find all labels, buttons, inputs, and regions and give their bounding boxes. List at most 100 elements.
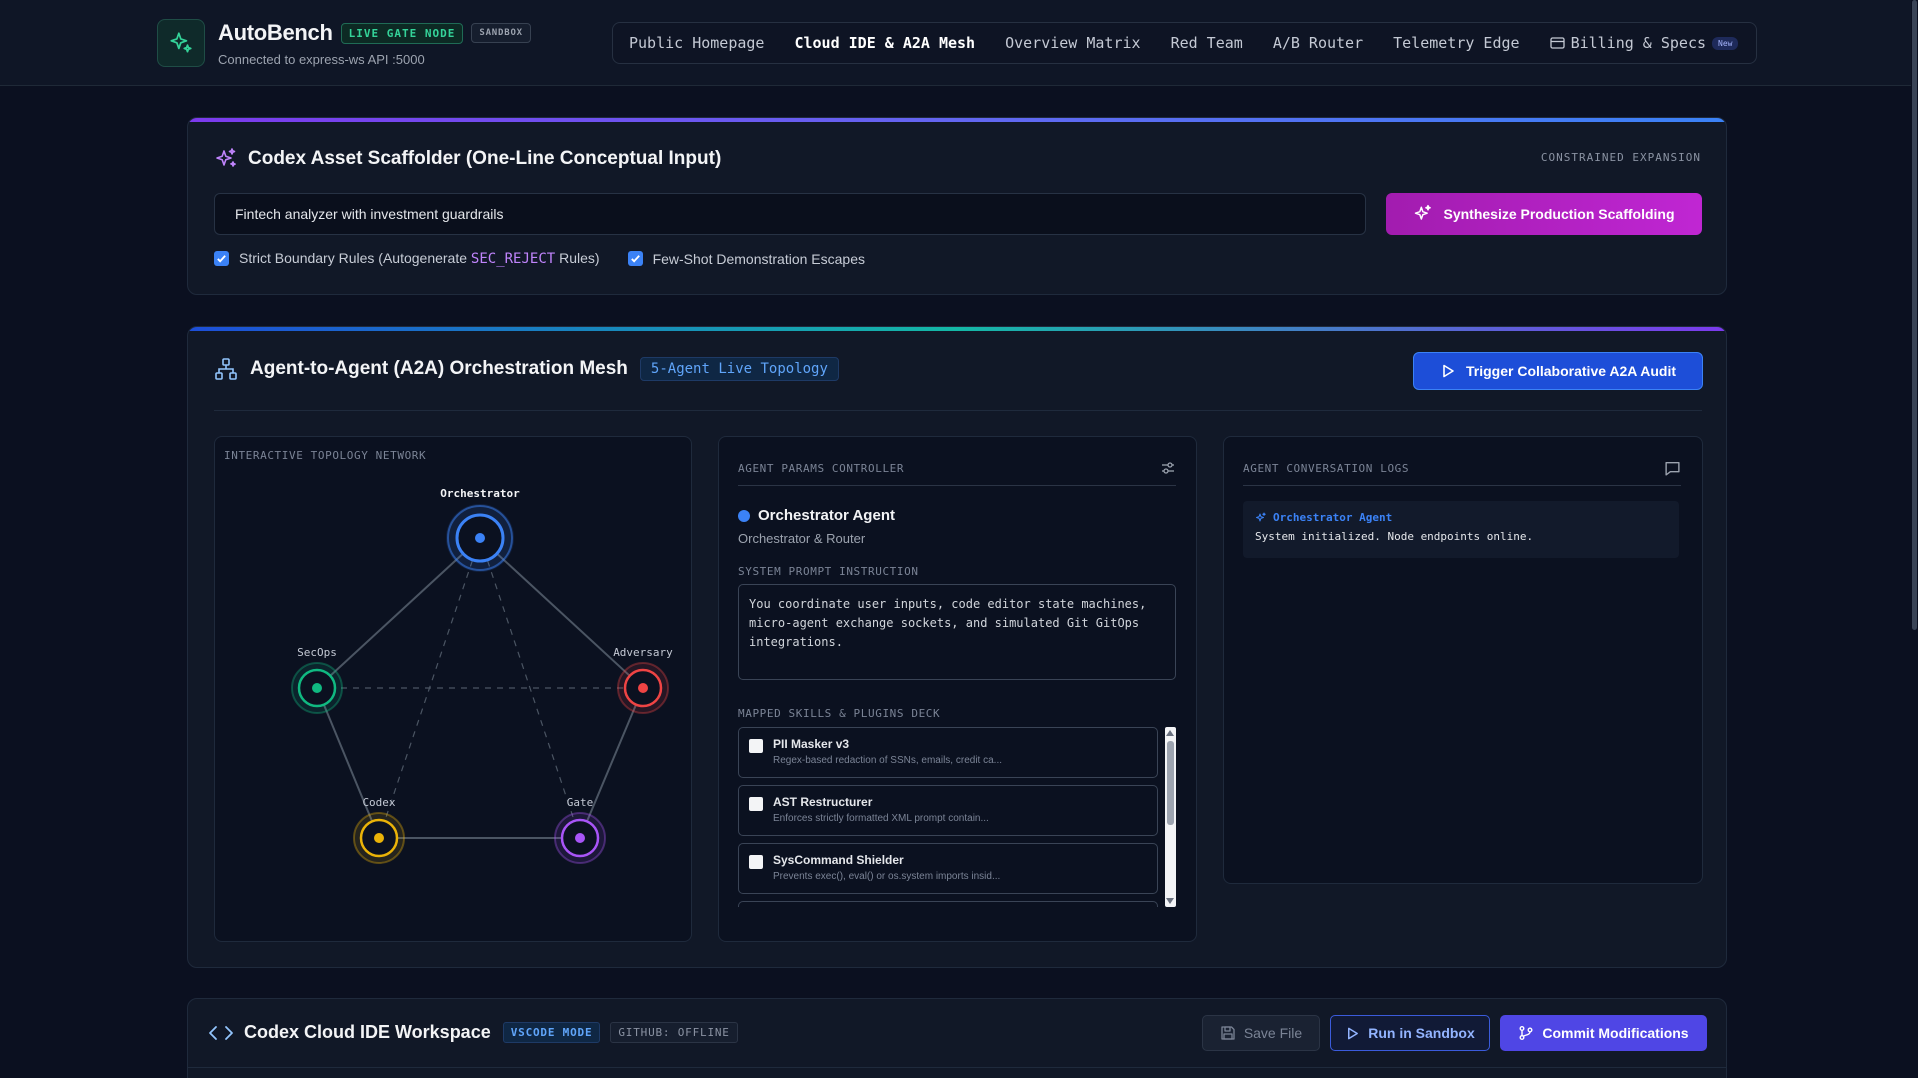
nav-ab-router[interactable]: A/B Router bbox=[1273, 34, 1363, 52]
credit-card-icon bbox=[1549, 37, 1565, 49]
log-text: System initialized. Node endpoints onlin… bbox=[1255, 530, 1534, 543]
topology-graph: Orchestrator SecOps Adversary Codex Gate bbox=[291, 487, 673, 864]
agent-status-dot bbox=[738, 509, 750, 522]
scroll-up-arrow[interactable] bbox=[1166, 730, 1174, 736]
ide-title: Codex Cloud IDE Workspace bbox=[244, 1022, 491, 1042]
logo[interactable] bbox=[157, 19, 205, 67]
strict-boundary-prefix: Strict Boundary Rules (Autogenerate bbox=[239, 250, 471, 266]
skill-item-partial[interactable] bbox=[738, 901, 1158, 907]
skill-item[interactable]: SysCommand Shielder Prevents exec(), eva… bbox=[738, 843, 1158, 894]
sparkles-icon bbox=[1415, 204, 1432, 220]
skill-checkbox[interactable] bbox=[749, 855, 763, 869]
system-prompt-textarea[interactable]: You coordinate user inputs, code editor … bbox=[738, 584, 1176, 680]
scaffolder-panel: Codex Asset Scaffolder (One-Line Concept… bbox=[187, 117, 1727, 295]
run-sandbox-button[interactable]: Run in Sandbox bbox=[1330, 1015, 1490, 1051]
brand: AutoBench LIVE GATE NODE SANDBOX bbox=[218, 20, 531, 46]
system-prompt-label: SYSTEM PROMPT INSTRUCTION bbox=[738, 565, 919, 578]
scaffolder-options: Strict Boundary Rules (Autogenerate SEC_… bbox=[214, 250, 865, 267]
nav-telemetry-edge[interactable]: Telemetry Edge bbox=[1393, 34, 1519, 52]
divider bbox=[188, 1067, 1726, 1068]
strict-boundary-checkbox[interactable]: Strict Boundary Rules (Autogenerate SEC_… bbox=[214, 250, 600, 267]
brand-name: AutoBench bbox=[218, 20, 333, 45]
trigger-audit-label: Trigger Collaborative A2A Audit bbox=[1465, 363, 1677, 379]
node-adversary[interactable] bbox=[617, 662, 669, 714]
node-label-secops: SecOps bbox=[297, 646, 337, 659]
trigger-audit-button[interactable]: Trigger Collaborative A2A Audit bbox=[1413, 352, 1703, 390]
main-nav: Public Homepage Cloud IDE & A2A Mesh Ove… bbox=[612, 22, 1757, 64]
nav-public-homepage[interactable]: Public Homepage bbox=[629, 34, 764, 52]
nav-billing-specs[interactable]: Billing & Specs New bbox=[1549, 34, 1739, 52]
top-bar: AutoBench LIVE GATE NODE SANDBOX Connect… bbox=[0, 0, 1918, 86]
scaffolder-title: Codex Asset Scaffolder (One-Line Concept… bbox=[214, 147, 721, 171]
check-icon bbox=[630, 255, 640, 263]
new-pill: New bbox=[1712, 36, 1739, 50]
node-label-gate: Gate bbox=[567, 796, 594, 809]
skills-scrollbar[interactable] bbox=[1165, 727, 1176, 907]
a2a-mesh-panel: Agent-to-Agent (A2A) Orchestration Mesh … bbox=[187, 326, 1727, 968]
mesh-header: Agent-to-Agent (A2A) Orchestration Mesh … bbox=[214, 357, 839, 381]
node-label-orchestrator: Orchestrator bbox=[440, 487, 520, 500]
vscode-mode-badge: VSCODE MODE bbox=[502, 1022, 601, 1043]
nav-red-team[interactable]: Red Team bbox=[1171, 34, 1243, 52]
skill-item[interactable]: AST Restructurer Enforces strictly forma… bbox=[738, 785, 1158, 836]
play-icon bbox=[1443, 364, 1454, 378]
save-file-button[interactable]: Save File bbox=[1202, 1015, 1320, 1051]
skills-list: PII Masker v3 Regex-based redaction of S… bbox=[738, 727, 1158, 907]
node-secops[interactable] bbox=[291, 662, 343, 714]
connection-status: Connected to express-ws API :5000 bbox=[218, 52, 425, 67]
skill-item[interactable]: PII Masker v3 Regex-based redaction of S… bbox=[738, 727, 1158, 778]
few-shot-label: Few-Shot Demonstration Escapes bbox=[652, 250, 865, 267]
node-label-adversary: Adversary bbox=[613, 646, 673, 659]
skill-desc: Enforces strictly formatted XML prompt c… bbox=[773, 813, 989, 824]
skills-label: MAPPED SKILLS & PLUGINS DECK bbox=[738, 707, 941, 720]
log-entry: Orchestrator Agent System initialized. N… bbox=[1243, 501, 1679, 558]
topology-badge: 5-Agent Live Topology bbox=[639, 357, 839, 381]
log-from: Orchestrator Agent bbox=[1255, 511, 1667, 524]
synthesize-label: Synthesize Production Scaffolding bbox=[1443, 206, 1675, 222]
divider bbox=[214, 410, 1702, 411]
commit-button[interactable]: Commit Modifications bbox=[1500, 1015, 1707, 1051]
network-icon bbox=[215, 358, 237, 380]
sliders-icon[interactable] bbox=[1160, 460, 1176, 476]
skill-checkbox[interactable] bbox=[749, 739, 763, 753]
live-gate-badge: LIVE GATE NODE bbox=[340, 22, 464, 44]
github-status-badge: GITHUB: OFFLINE bbox=[610, 1022, 738, 1043]
nav-cloud-ide[interactable]: Cloud IDE & A2A Mesh bbox=[794, 34, 975, 52]
nav-overview-matrix[interactable]: Overview Matrix bbox=[1005, 34, 1140, 52]
skill-name: SysCommand Shielder bbox=[773, 853, 904, 867]
synthesize-button[interactable]: Synthesize Production Scaffolding bbox=[1386, 193, 1702, 235]
sparkles-icon bbox=[216, 148, 236, 167]
constrained-expansion-tag: CONSTRAINED EXPANSION bbox=[1540, 151, 1701, 164]
conversation-logs: AGENT CONVERSATION LOGS Orchestrator Age… bbox=[1223, 436, 1703, 884]
node-gate[interactable] bbox=[554, 812, 606, 864]
concept-input[interactable]: Fintech analyzer with investment guardra… bbox=[214, 193, 1366, 235]
skill-checkbox[interactable] bbox=[749, 797, 763, 811]
few-shot-checkbox[interactable]: Few-Shot Demonstration Escapes bbox=[627, 250, 865, 267]
checkbox-checked[interactable] bbox=[627, 251, 643, 266]
check-icon bbox=[217, 255, 226, 263]
git-branch-icon bbox=[1519, 1026, 1533, 1040]
message-square-icon[interactable] bbox=[1664, 460, 1681, 477]
skill-desc: Prevents exec(), eval() or os.system imp… bbox=[773, 871, 1001, 882]
run-sandbox-label: Run in Sandbox bbox=[1368, 1025, 1475, 1041]
checkbox-checked[interactable] bbox=[214, 251, 229, 266]
ide-header: Codex Cloud IDE Workspace VSCODE MODE GI… bbox=[208, 1022, 738, 1043]
node-codex[interactable] bbox=[353, 812, 405, 864]
skill-name: PII Masker v3 bbox=[773, 737, 850, 751]
scroll-down-arrow[interactable] bbox=[1166, 898, 1174, 904]
node-label-codex: Codex bbox=[362, 796, 395, 809]
sandbox-badge: SANDBOX bbox=[471, 23, 531, 43]
page-scrollbar[interactable] bbox=[1911, 0, 1918, 1078]
logs-label: AGENT CONVERSATION LOGS bbox=[1243, 461, 1410, 475]
log-from-name: Orchestrator Agent bbox=[1273, 511, 1393, 524]
skill-name: AST Restructurer bbox=[773, 795, 873, 809]
node-orchestrator[interactable] bbox=[446, 504, 514, 572]
agent-role: Orchestrator & Router bbox=[738, 531, 866, 546]
panel-accent-line bbox=[188, 118, 1726, 122]
params-label: AGENT PARAMS CONTROLLER bbox=[738, 461, 905, 475]
sparkles-icon bbox=[1256, 512, 1266, 521]
mesh-title: Agent-to-Agent (A2A) Orchestration Mesh bbox=[250, 358, 628, 379]
agent-name: Orchestrator Agent bbox=[758, 507, 895, 524]
page-scrollbar-thumb[interactable] bbox=[1912, 0, 1917, 630]
scrollbar-thumb[interactable] bbox=[1167, 741, 1174, 825]
